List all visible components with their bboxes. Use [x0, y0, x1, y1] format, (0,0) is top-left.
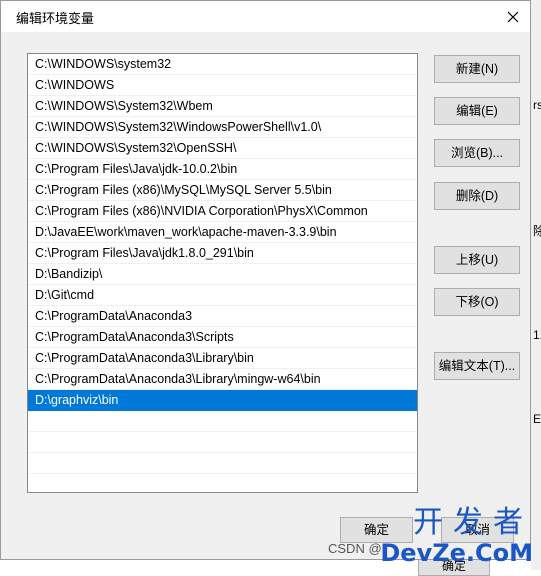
- path-list-item[interactable]: D:\Git\cmd: [28, 285, 417, 306]
- path-list-item[interactable]: C:\ProgramData\Anaconda3\Library\bin: [28, 348, 417, 369]
- path-list-item[interactable]: C:\ProgramData\Anaconda3: [28, 306, 417, 327]
- browse-button[interactable]: 浏览(B)...: [434, 139, 520, 167]
- path-list[interactable]: C:\WINDOWS\system32 C:\WINDOWS C:\WINDOWS\…: [27, 53, 418, 493]
- background-text-fragment: 1.: [533, 328, 541, 342]
- title-bar: 编辑环境变量: [1, 1, 530, 32]
- path-list-item[interactable]: C:\ProgramData\Anaconda3\Library\mingw-w…: [28, 369, 417, 390]
- background-text-fragment: rs: [533, 98, 541, 112]
- new-button[interactable]: 新建(N): [434, 55, 520, 83]
- dialog-title: 编辑环境变量: [16, 11, 95, 26]
- background-text-fragment: 除: [533, 224, 541, 238]
- path-list-item[interactable]: C:\ProgramData\Anaconda3\Scripts: [28, 327, 417, 348]
- move-up-button[interactable]: 上移(U): [434, 246, 520, 274]
- close-icon: [507, 11, 519, 22]
- delete-button[interactable]: 删除(D): [434, 182, 520, 210]
- path-list-empty-row[interactable]: [28, 411, 417, 432]
- background-window: rs 除 1. E: [531, 0, 541, 570]
- path-list-item[interactable]: C:\Program Files\Java\jdk1.8.0_291\bin: [28, 243, 417, 264]
- path-list-item[interactable]: C:\Program Files (x86)\NVIDIA Corporatio…: [28, 201, 417, 222]
- path-list-empty-row[interactable]: [28, 432, 417, 453]
- path-list-item[interactable]: C:\WINDOWS\System32\Wbem: [28, 96, 417, 117]
- path-list-item[interactable]: C:\Program Files (x86)\MySQL\MySQL Serve…: [28, 180, 417, 201]
- path-list-item-selected[interactable]: D:\graphviz\bin: [28, 390, 417, 411]
- path-list-item[interactable]: D:\Bandizip\: [28, 264, 417, 285]
- path-list-item[interactable]: D:\JavaEE\work\maven_work\apache-maven-3…: [28, 222, 417, 243]
- background-text-fragment: E: [533, 412, 541, 426]
- path-list-item[interactable]: C:\WINDOWS\System32\OpenSSH\: [28, 138, 417, 159]
- path-list-empty-row[interactable]: [28, 453, 417, 474]
- path-list-item[interactable]: C:\Program Files\Java\jdk-10.0.2\bin: [28, 159, 417, 180]
- edit-button[interactable]: 编辑(E): [434, 97, 520, 125]
- background-ok-button: 确定: [418, 558, 490, 576]
- cancel-button[interactable]: 取消: [441, 517, 514, 543]
- move-down-button[interactable]: 下移(O): [434, 288, 520, 316]
- path-list-item[interactable]: C:\WINDOWS: [28, 75, 417, 96]
- close-button[interactable]: [496, 1, 530, 32]
- edit-env-variable-dialog: 编辑环境变量 C:\WINDOWS\system32 C:\WINDOWS C:\W…: [0, 0, 531, 560]
- edit-text-button[interactable]: 编辑文本(T)...: [434, 352, 520, 380]
- path-list-empty-row[interactable]: [28, 474, 417, 492]
- ok-button[interactable]: 确定: [340, 517, 413, 543]
- path-list-item[interactable]: C:\WINDOWS\System32\WindowsPowerShell\v1…: [28, 117, 417, 138]
- path-list-item[interactable]: C:\WINDOWS\system32: [28, 54, 417, 75]
